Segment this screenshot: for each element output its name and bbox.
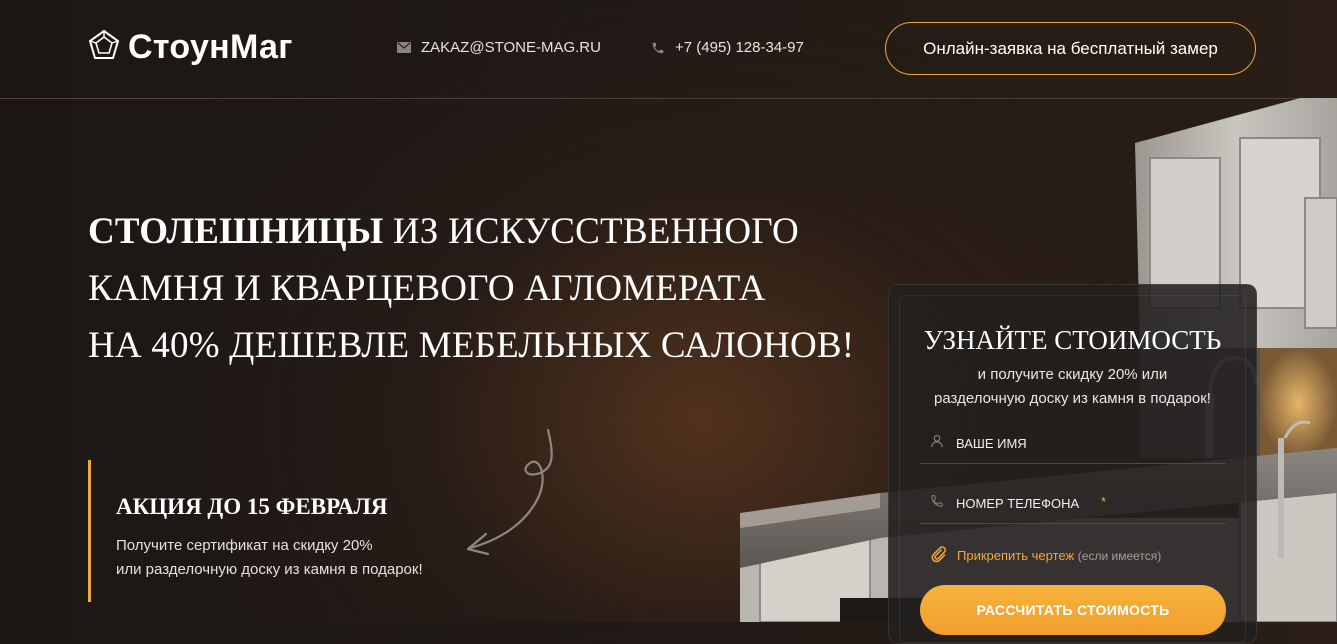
envelope-icon [397, 42, 411, 53]
promo-block: АКЦИЯ ДО 15 ФЕВРАЛЯ Получите сертификат … [88, 460, 423, 602]
email-text: ZAKAZ@STONE-MAG.RU [421, 39, 601, 56]
phone-icon [651, 41, 665, 55]
hero-title-line-1-rest: ИЗ ИСКУССТВЕННОГО [383, 211, 799, 252]
site-header: СтоунМаг ZAKAZ@STONE-MAG.RU +7 (495) 128… [0, 0, 1337, 99]
user-icon [930, 434, 944, 453]
form-title: УЗНАЙТЕ СТОИМОСТЬ [923, 325, 1222, 355]
phone-field: * [920, 484, 1226, 524]
name-input[interactable] [956, 436, 1206, 451]
hero-title-strong: СТОЛЕШНИЦЫ [88, 211, 384, 252]
paperclip-icon [929, 545, 947, 566]
phone-text: +7 (495) 128-34-97 [675, 39, 804, 56]
logo-text: СтоунМаг [128, 28, 293, 66]
hero-title: СТОЛЕШНИЦЫ ИЗ ИСКУССТВЕННОГО КАМНЯ И КВА… [88, 203, 854, 374]
online-request-button[interactable]: Онлайн-заявка на бесплатный замер [885, 22, 1256, 75]
attach-note: (если имеется) [1077, 549, 1162, 563]
promo-title: АКЦИЯ ДО 15 ФЕВРАЛЯ [116, 494, 388, 519]
name-field [920, 424, 1226, 464]
logo[interactable]: СтоунМаг [88, 28, 293, 67]
curved-arrow-icon [460, 428, 560, 563]
phone-input[interactable] [956, 496, 1206, 511]
hero-title-line-1: СТОЛЕШНИЦЫ ИЗ ИСКУССТВЕННОГО [88, 203, 854, 260]
pentagon-logo-icon [88, 29, 120, 66]
cost-form: УЗНАЙТЕ СТОИМОСТЬ и получите скидку 20% … [888, 284, 1257, 644]
calculate-cost-button[interactable]: РАССЧИТАТЬ СТОИМОСТЬ [920, 585, 1226, 635]
form-subtitle-line-2: разделочную доску из камня в подарок! [934, 390, 1211, 407]
promo-text: Получите сертификат на скидку 20% или ра… [116, 534, 423, 582]
promo-text-line-1: Получите сертификат на скидку 20% [116, 537, 373, 554]
form-subtitle-line-1: и получите скидку 20% или [977, 366, 1168, 383]
attach-link[interactable]: Прикрепить чертеж [957, 548, 1074, 563]
header-phone[interactable]: +7 (495) 128-34-97 [651, 39, 804, 56]
hero-title-line-3: НА 40% ДЕШЕВЛЕ МЕБЕЛЬНЫХ САЛОНОВ! [88, 325, 855, 366]
phone-icon [930, 494, 944, 513]
form-subtitle: и получите скидку 20% или разделочную до… [889, 363, 1256, 411]
required-mark: * [1101, 494, 1107, 509]
attach-drawing[interactable]: Прикрепить чертеж (если имеется) [929, 545, 1161, 566]
hero-title-line-2: КАМНЯ И КВАРЦЕВОГО АГЛОМЕРАТА [88, 268, 766, 309]
header-email[interactable]: ZAKAZ@STONE-MAG.RU [397, 39, 601, 56]
promo-text-line-2: или разделочную доску из камня в подарок… [116, 561, 423, 578]
